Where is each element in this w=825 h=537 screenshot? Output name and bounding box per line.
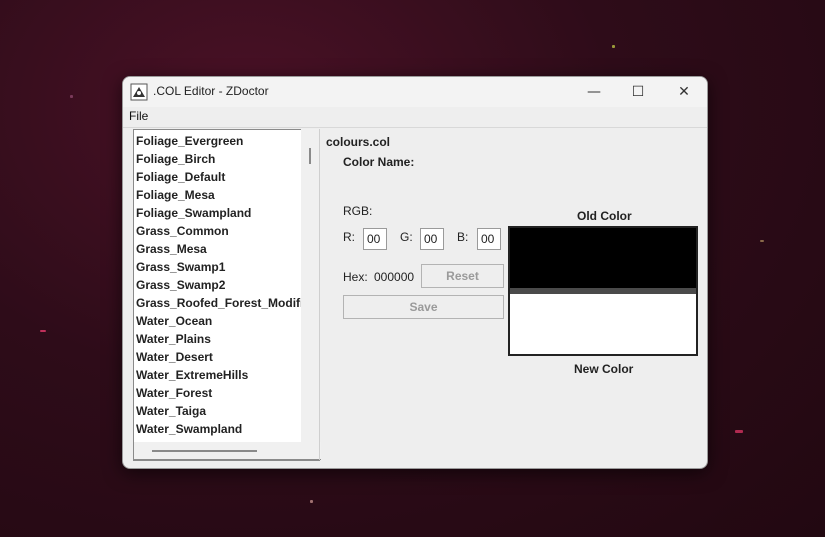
hex-value: 000000: [374, 270, 415, 284]
old-color-swatch: [510, 228, 696, 288]
b-label: B:: [457, 230, 469, 244]
list-item[interactable]: Foliage_Evergreen: [134, 132, 320, 150]
reset-button[interactable]: Reset: [421, 264, 504, 288]
wallpaper-speck: [310, 500, 313, 503]
list-item[interactable]: Grass_Swamp1: [134, 258, 320, 276]
rgb-label: RGB:: [343, 204, 373, 218]
close-icon: ✕: [678, 84, 690, 100]
minimize-button[interactable]: —: [571, 77, 617, 107]
wallpaper-speck: [70, 95, 73, 98]
list-item[interactable]: Water_Plains: [134, 330, 320, 348]
hex-label: Hex:: [343, 270, 368, 284]
save-button[interactable]: Save: [343, 295, 504, 319]
list-item[interactable]: Foliage_Birch: [134, 150, 320, 168]
r-input[interactable]: 00: [363, 228, 387, 250]
list-item[interactable]: Grass_Mesa: [134, 240, 320, 258]
wallpaper-speck: [760, 240, 764, 242]
color-preview: [508, 226, 698, 356]
list-item[interactable]: Water_Ocean: [134, 312, 320, 330]
menu-file[interactable]: File: [129, 109, 148, 123]
list-item[interactable]: Water_ExtremeHills: [134, 366, 320, 384]
list-item[interactable]: Grass_Swamp2: [134, 276, 320, 294]
window-title: .COL Editor - ZDoctor: [153, 84, 269, 98]
new-color-label: New Color: [574, 362, 634, 376]
maximize-icon: ☐: [631, 84, 645, 100]
menu-bar: File: [123, 107, 707, 128]
list-item[interactable]: Foliage_Default: [134, 168, 320, 186]
list-item[interactable]: Grass_Roofed_Forest_Modifi: [134, 294, 320, 312]
wallpaper-speck: [735, 430, 743, 433]
r-label: R:: [343, 230, 355, 244]
b-input[interactable]: 00: [477, 228, 501, 250]
minimize-icon: —: [587, 84, 601, 100]
g-input[interactable]: 00: [420, 228, 444, 250]
color-name-label: Color Name:: [343, 155, 415, 169]
vertical-scroll-thumb[interactable]: [309, 148, 311, 164]
wallpaper-speck: [40, 330, 46, 332]
horizontal-scroll-thumb[interactable]: [152, 450, 257, 452]
wallpaper-speck: [612, 45, 615, 48]
close-button[interactable]: ✕: [661, 77, 707, 107]
list-item[interactable]: Water_Desert: [134, 348, 320, 366]
list-item[interactable]: Water_Swampland: [134, 420, 320, 438]
list-divider: [319, 129, 320, 460]
list-item[interactable]: Water_Forest: [134, 384, 320, 402]
list-item[interactable]: Foliage_Swampland: [134, 204, 320, 222]
app-icon: [130, 83, 148, 101]
file-name: colours.col: [326, 135, 391, 149]
old-color-label: Old Color: [577, 209, 632, 223]
vertical-scrollbar[interactable]: [301, 129, 319, 460]
editor-window: .COL Editor - ZDoctor — ☐ ✕ File Foliage…: [122, 76, 708, 469]
maximize-button[interactable]: ☐: [615, 77, 661, 107]
list-item[interactable]: Foliage_Mesa: [134, 186, 320, 204]
title-bar[interactable]: .COL Editor - ZDoctor — ☐ ✕: [123, 77, 707, 107]
color-list[interactable]: Foliage_Evergreen Foliage_Birch Foliage_…: [133, 129, 320, 461]
list-item[interactable]: Water_Taiga: [134, 402, 320, 420]
new-color-swatch: [510, 294, 696, 354]
list-item[interactable]: Grass_Common: [134, 222, 320, 240]
g-label: G:: [400, 230, 413, 244]
